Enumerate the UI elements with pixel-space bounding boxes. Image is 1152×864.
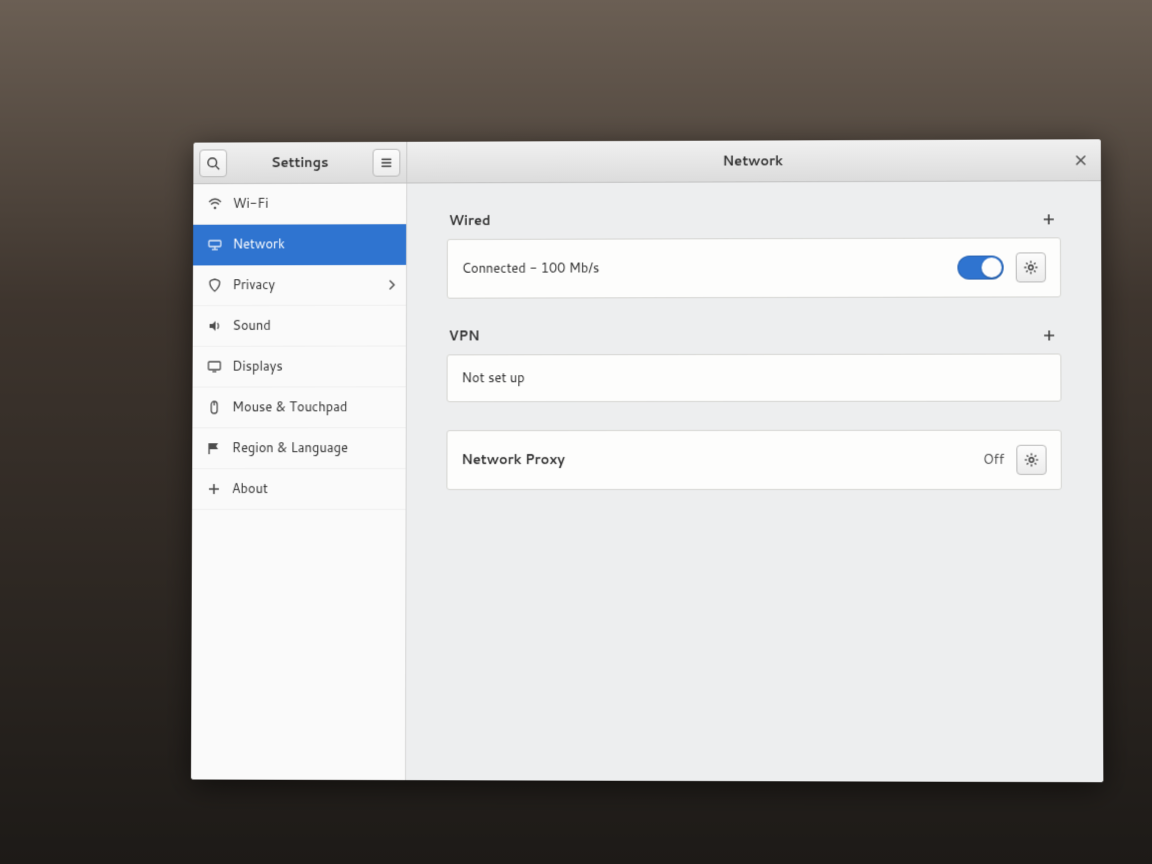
sidebar-item-sound[interactable]: Sound: [193, 306, 406, 347]
wired-section: Wired Connected - 100 Mb/s: [447, 209, 1061, 298]
wifi-icon: [207, 196, 223, 212]
vpn-status: Not set up: [462, 369, 1047, 388]
network-icon: [207, 237, 223, 253]
settings-window: Settings Network Wi-Fi: [191, 139, 1103, 782]
about-icon: [206, 481, 222, 497]
plus-icon: [1042, 212, 1056, 226]
content-area: Wired Connected - 100 Mb/s: [406, 181, 1103, 782]
sidebar: Wi-Fi Network Privacy: [191, 183, 407, 780]
search-icon: [206, 156, 220, 170]
gear-icon: [1023, 452, 1039, 468]
page-title: Network: [407, 151, 1101, 171]
hamburger-menu-button[interactable]: [373, 148, 401, 176]
sidebar-item-label: Wi-Fi: [233, 195, 269, 213]
chevron-right-icon: [388, 280, 396, 290]
add-vpn-button[interactable]: [1039, 325, 1059, 345]
switch-knob: [982, 258, 1002, 278]
sidebar-item-label: Sound: [232, 317, 271, 335]
plus-icon: [1042, 328, 1056, 342]
sidebar-item-label: Displays: [232, 358, 283, 376]
header-right: Network: [407, 139, 1101, 182]
wired-toggle[interactable]: [957, 255, 1003, 279]
privacy-icon: [207, 277, 223, 293]
sidebar-item-region[interactable]: Region & Language: [192, 428, 405, 469]
vpn-row: Not set up: [447, 354, 1062, 403]
sidebar-item-label: Privacy: [232, 276, 275, 294]
hamburger-icon: [379, 155, 393, 169]
proxy-settings-button[interactable]: [1016, 445, 1046, 475]
proxy-row: Network Proxy Off: [446, 430, 1061, 490]
sidebar-item-label: About: [232, 480, 268, 498]
sidebar-item-wifi[interactable]: Wi-Fi: [193, 183, 406, 224]
proxy-section: Network Proxy Off: [446, 430, 1061, 490]
sidebar-item-label: Mouse & Touchpad: [232, 398, 347, 416]
sound-icon: [207, 318, 223, 334]
wired-title: Wired: [449, 212, 491, 230]
displays-icon: [206, 359, 222, 375]
sidebar-item-label: Network: [233, 235, 285, 253]
sidebar-item-about[interactable]: About: [192, 469, 406, 510]
sidebar-title: Settings: [233, 153, 367, 171]
sidebar-item-privacy[interactable]: Privacy: [193, 265, 406, 306]
mouse-icon: [206, 399, 222, 415]
header-bar: Settings Network: [193, 139, 1101, 184]
sidebar-item-displays[interactable]: Displays: [193, 347, 406, 388]
close-icon: [1075, 154, 1087, 166]
sidebar-item-network[interactable]: Network: [193, 224, 406, 265]
header-left: Settings: [193, 142, 407, 183]
proxy-title: Network Proxy: [461, 451, 971, 469]
wired-settings-button[interactable]: [1016, 252, 1046, 282]
vpn-section: VPN Not set up: [447, 325, 1062, 402]
vpn-title: VPN: [449, 327, 480, 345]
gear-icon: [1023, 259, 1039, 275]
sidebar-item-label: Region & Language: [232, 439, 348, 457]
sidebar-item-mouse[interactable]: Mouse & Touchpad: [192, 387, 405, 428]
wired-status: Connected - 100 Mb/s: [462, 259, 946, 278]
region-icon: [206, 440, 222, 456]
search-button[interactable]: [199, 149, 227, 177]
proxy-status: Off: [983, 451, 1004, 469]
close-button[interactable]: [1069, 148, 1093, 172]
add-wired-button[interactable]: [1039, 209, 1059, 229]
wired-connection-row: Connected - 100 Mb/s: [447, 237, 1061, 298]
